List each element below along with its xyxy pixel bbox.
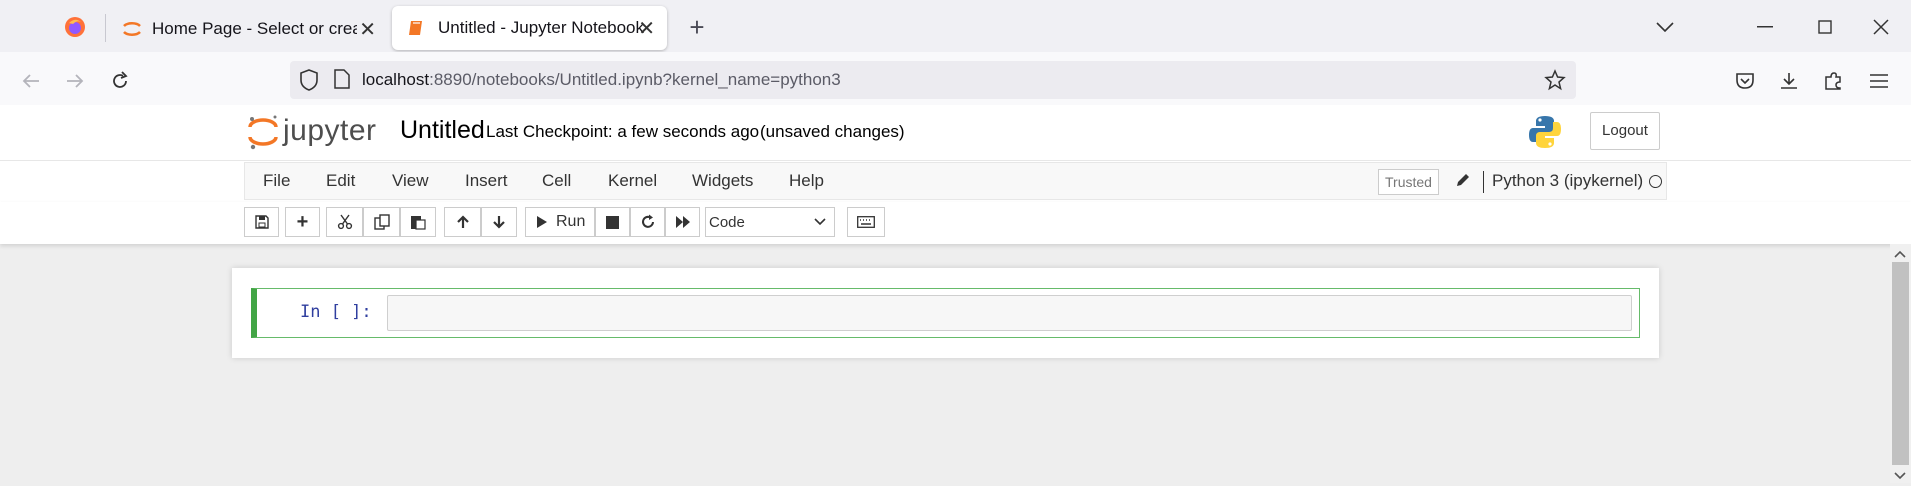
logout-button[interactable]: Logout bbox=[1590, 112, 1660, 150]
restart-icon bbox=[641, 214, 654, 228]
url-host: localhost bbox=[362, 70, 430, 89]
menu-cell[interactable]: Cell bbox=[542, 163, 571, 199]
command-palette-button[interactable] bbox=[847, 207, 885, 237]
page-icon[interactable] bbox=[334, 69, 352, 91]
close-tab-icon[interactable]: ✕ bbox=[638, 16, 655, 41]
forward-icon[interactable] bbox=[60, 66, 90, 96]
firefox-icon[interactable] bbox=[62, 14, 88, 40]
stop-icon bbox=[606, 215, 619, 229]
close-tab-icon[interactable]: ✕ bbox=[359, 17, 376, 42]
move-up-button[interactable] bbox=[444, 207, 481, 237]
reload-icon[interactable] bbox=[105, 66, 135, 96]
move-down-button[interactable] bbox=[481, 207, 517, 237]
menu-kernel[interactable]: Kernel bbox=[608, 163, 657, 199]
save-icon bbox=[254, 215, 269, 229]
tab-untitled-notebook[interactable]: Untitled - Jupyter Notebook ✕ bbox=[392, 6, 667, 50]
tab-separator bbox=[105, 14, 106, 42]
scrollbar-thumb[interactable] bbox=[1892, 262, 1909, 465]
code-input-area[interactable] bbox=[387, 295, 1632, 331]
extensions-icon[interactable] bbox=[1818, 66, 1848, 96]
copy-icon bbox=[373, 214, 390, 230]
save-button[interactable] bbox=[244, 207, 279, 237]
bookmark-star-icon[interactable] bbox=[1544, 69, 1566, 91]
new-tab-icon[interactable]: + bbox=[682, 12, 712, 42]
trusted-indicator[interactable]: Trusted bbox=[1378, 169, 1439, 195]
cut-button[interactable] bbox=[326, 207, 363, 237]
notebook-title[interactable]: Untitled bbox=[400, 116, 485, 145]
keyboard-icon bbox=[857, 216, 875, 228]
paste-button[interactable] bbox=[400, 207, 436, 237]
kernel-name[interactable]: Python 3 (ipykernel) bbox=[1492, 163, 1643, 199]
play-icon bbox=[537, 216, 547, 228]
run-label: Run bbox=[556, 213, 586, 230]
jupyter-logo-icon bbox=[122, 19, 142, 39]
menu-view[interactable]: View bbox=[392, 163, 429, 199]
fast-forward-icon bbox=[675, 216, 690, 228]
close-window-icon[interactable] bbox=[1866, 12, 1896, 42]
restart-run-all-button[interactable] bbox=[665, 207, 700, 237]
jupyter-logo[interactable]: jupyter bbox=[247, 112, 382, 152]
url-path: :8890/notebooks/Untitled.ipynb?kernel_na… bbox=[429, 70, 841, 89]
scissors-icon bbox=[337, 214, 352, 230]
maximize-icon[interactable] bbox=[1810, 12, 1840, 42]
notebook-icon bbox=[406, 18, 426, 38]
menu-file[interactable]: File bbox=[263, 163, 290, 199]
jupyter-wordmark: jupyter bbox=[283, 114, 377, 147]
arrow-down-icon bbox=[493, 216, 505, 229]
tab-title: Home Page - Select or create a notebook bbox=[152, 19, 357, 38]
scroll-up-icon[interactable] bbox=[1893, 246, 1907, 258]
checkpoint-status: Last Checkpoint: a few seconds ago bbox=[486, 122, 760, 141]
kernel-separator bbox=[1483, 171, 1484, 193]
menu-icon[interactable] bbox=[1864, 66, 1894, 96]
chevron-down-icon bbox=[814, 218, 826, 226]
shield-icon[interactable] bbox=[300, 69, 320, 91]
restart-kernel-button[interactable] bbox=[630, 207, 665, 237]
scroll-down-icon[interactable] bbox=[1893, 468, 1907, 480]
menu-edit[interactable]: Edit bbox=[326, 163, 355, 199]
cell-type-value: Code bbox=[709, 213, 745, 231]
menu-widgets[interactable]: Widgets bbox=[692, 163, 753, 199]
edit-pencil-icon[interactable] bbox=[1455, 172, 1473, 190]
input-prompt: In [ ]: bbox=[300, 302, 372, 322]
pocket-icon[interactable] bbox=[1730, 66, 1760, 96]
autosave-status: (unsaved changes) bbox=[760, 122, 905, 141]
menu-help[interactable]: Help bbox=[789, 163, 824, 199]
menubar: File Edit View Insert Cell Kernel Widget… bbox=[244, 162, 1667, 200]
minimize-icon[interactable] bbox=[1750, 12, 1780, 42]
paste-icon bbox=[411, 216, 426, 230]
url-bar[interactable]: localhost:8890/notebooks/Untitled.ipynb?… bbox=[290, 61, 1576, 99]
back-icon[interactable] bbox=[16, 66, 46, 96]
python-logo-icon bbox=[1527, 114, 1563, 150]
tab-home-page[interactable]: Home Page - Select or create a notebook … bbox=[108, 7, 388, 51]
insert-cell-button[interactable]: + bbox=[285, 207, 320, 237]
cell-type-select[interactable]: Code bbox=[705, 207, 835, 237]
downloads-icon[interactable] bbox=[1774, 66, 1804, 96]
kernel-status-idle-icon bbox=[1649, 175, 1662, 188]
run-button[interactable]: Run bbox=[525, 207, 595, 237]
interrupt-kernel-button[interactable] bbox=[595, 207, 630, 237]
arrow-up-icon bbox=[456, 215, 469, 228]
copy-button[interactable] bbox=[363, 207, 400, 237]
list-all-tabs-icon[interactable] bbox=[1650, 12, 1680, 42]
tab-title: Untitled - Jupyter Notebook bbox=[438, 18, 644, 37]
menu-insert[interactable]: Insert bbox=[465, 163, 508, 199]
url-text[interactable]: localhost:8890/notebooks/Untitled.ipynb?… bbox=[362, 70, 841, 90]
plus-icon: + bbox=[296, 210, 309, 233]
